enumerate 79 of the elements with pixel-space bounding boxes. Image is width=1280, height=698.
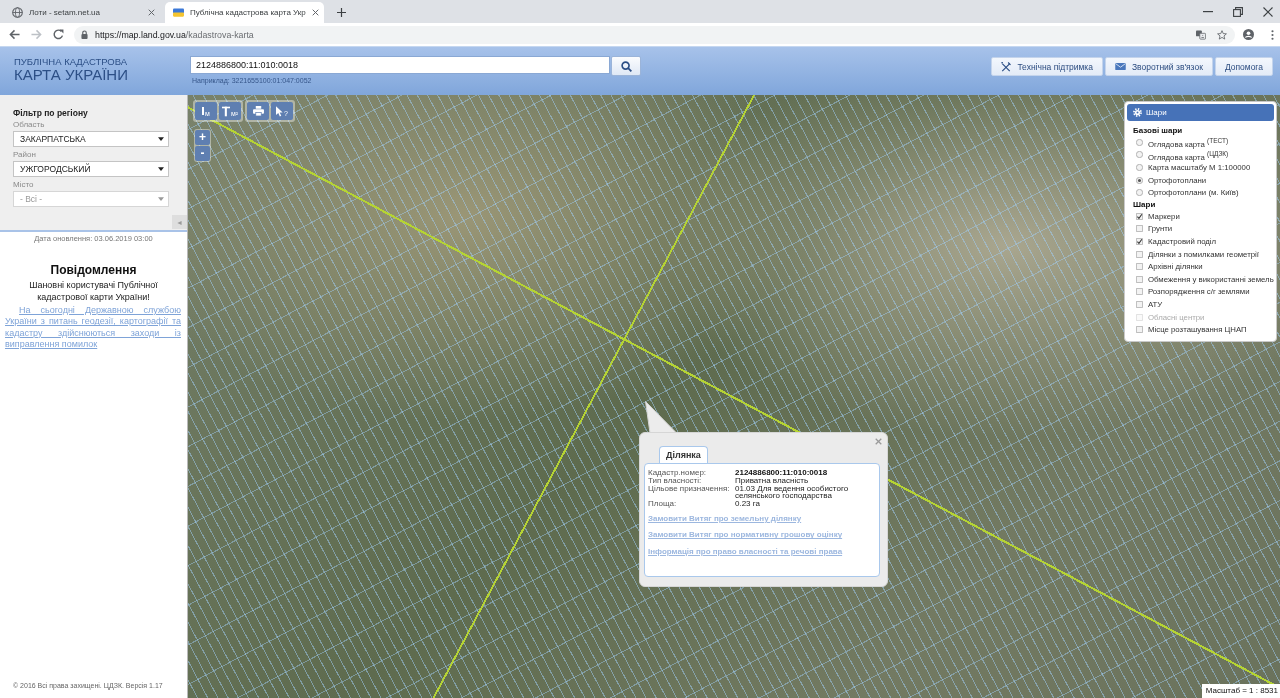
plus-icon[interactable] bbox=[336, 8, 346, 17]
field-value: 2124886800:11:010:0018 bbox=[735, 469, 828, 477]
field-label: Кадастр.номер: bbox=[648, 469, 708, 477]
search-icon bbox=[620, 60, 632, 72]
caret-icon bbox=[158, 197, 164, 201]
globe-icon bbox=[12, 7, 23, 18]
popup-tab[interactable]: Ділянка bbox=[659, 446, 708, 463]
popup-link[interactable]: Замовити Витяг про нормативну грошову оцінку bbox=[648, 530, 843, 540]
cursor-icon bbox=[276, 106, 284, 117]
radio-button[interactable] bbox=[1136, 138, 1143, 146]
back-arrow-icon[interactable] bbox=[9, 29, 20, 40]
close-icon[interactable] bbox=[311, 9, 319, 16]
close-icon[interactable] bbox=[148, 9, 155, 16]
browser-tab[interactable]: Публічна кадастрова карта Укр bbox=[165, 2, 324, 23]
radio-button[interactable] bbox=[1136, 151, 1143, 159]
address-field[interactable]: https://map.land.gov.ua/kadastrova-karta bbox=[74, 25, 1235, 44]
envelope-icon bbox=[1115, 63, 1126, 70]
radio-button[interactable] bbox=[1136, 189, 1143, 197]
field-label: Місто bbox=[13, 180, 35, 190]
field-label: Район bbox=[13, 150, 37, 160]
region-dropdown[interactable]: ЗАКАРПАТСЬКА bbox=[13, 131, 169, 147]
flag-icon bbox=[173, 7, 184, 18]
gear-icon bbox=[1133, 108, 1142, 117]
checkbox[interactable] bbox=[1136, 300, 1143, 308]
close-icon[interactable] bbox=[1263, 6, 1273, 17]
url-text: https://map.land.gov.ua/kadastrova-karta bbox=[95, 29, 254, 40]
logo-title: КАРТА УКРАЇНИ bbox=[14, 67, 128, 83]
zoom-out-button[interactable]: - bbox=[195, 146, 210, 161]
field-label: Цільове призначення: bbox=[648, 484, 731, 493]
checkbox[interactable] bbox=[1136, 250, 1143, 258]
field-label: Тип власності: bbox=[648, 476, 702, 485]
checkbox[interactable] bbox=[1136, 275, 1143, 283]
tools-icon bbox=[1001, 61, 1012, 72]
layers-title: Шари bbox=[1146, 107, 1167, 118]
section-title: Базові шари bbox=[1133, 125, 1183, 136]
menu-icon[interactable] bbox=[1271, 29, 1274, 40]
caret-icon bbox=[158, 167, 164, 171]
field-value: 01.03 Для ведення особистого селянського господарства bbox=[735, 484, 850, 501]
search-field[interactable]: 2124886800:11:010:0018 bbox=[190, 56, 610, 74]
field-label: Площа: bbox=[648, 500, 678, 508]
section-title: Шари bbox=[1133, 198, 1156, 210]
header-button[interactable]: Допомога bbox=[1214, 57, 1273, 76]
filter-title: Фільтр по регіону bbox=[13, 108, 89, 118]
scale-label: Масштаб = 1 : 8531 bbox=[1201, 684, 1280, 698]
translate-icon[interactable] bbox=[1196, 29, 1206, 40]
field-value: 0.23 га bbox=[735, 500, 760, 508]
restore-icon[interactable] bbox=[1233, 6, 1243, 17]
notice-link[interactable]: На сьогодні Державною службою України з питань геодезії, картографії та кадастру здійснюються заходи із виправлення помилок bbox=[5, 305, 181, 351]
notice-text: Шановні користувачі Публічної кадастрової карти України! bbox=[28, 280, 159, 303]
radio-button[interactable] bbox=[1136, 176, 1143, 184]
radio-button[interactable] bbox=[1136, 164, 1143, 171]
browser-tab[interactable]: Лоти - setam.net.ua bbox=[4, 2, 160, 23]
header-button[interactable]: Зворотний зв'язок bbox=[1105, 57, 1213, 76]
printer-icon bbox=[252, 106, 264, 116]
reload-icon[interactable] bbox=[53, 29, 64, 40]
lock-icon bbox=[81, 30, 88, 39]
search-button[interactable] bbox=[611, 56, 641, 76]
star-icon[interactable] bbox=[1217, 29, 1227, 40]
popup-link[interactable]: Замовити Витяг про земельну ділянку bbox=[648, 514, 802, 523]
zoom-in-button[interactable]: + bbox=[195, 130, 210, 145]
header-button[interactable]: Технічна підтримка bbox=[991, 57, 1103, 76]
caret-icon bbox=[158, 137, 164, 141]
checkbox[interactable] bbox=[1136, 212, 1143, 220]
ruler-icon bbox=[221, 106, 230, 117]
checkbox[interactable] bbox=[1136, 326, 1143, 334]
map-tool-button[interactable] bbox=[247, 102, 269, 120]
field-value: Приватна власність bbox=[735, 476, 809, 485]
logo-caption: ПУБЛІЧНА КАДАСТРОВА bbox=[14, 56, 128, 67]
region-dropdown[interactable]: УЖГОРОДСЬКИЙ bbox=[13, 161, 169, 177]
popup-link[interactable]: Інформація про право власності та речові права bbox=[648, 547, 843, 556]
checkbox[interactable] bbox=[1136, 263, 1143, 271]
field-label: Область bbox=[13, 120, 46, 130]
notice-title: Повідомлення bbox=[49, 263, 138, 277]
checkbox[interactable] bbox=[1136, 237, 1143, 245]
ruler-icon bbox=[202, 105, 205, 117]
checkbox[interactable] bbox=[1136, 225, 1143, 233]
account-icon[interactable] bbox=[1243, 29, 1254, 40]
checkbox[interactable] bbox=[1136, 288, 1143, 296]
minimize-icon[interactable] bbox=[1203, 10, 1213, 13]
